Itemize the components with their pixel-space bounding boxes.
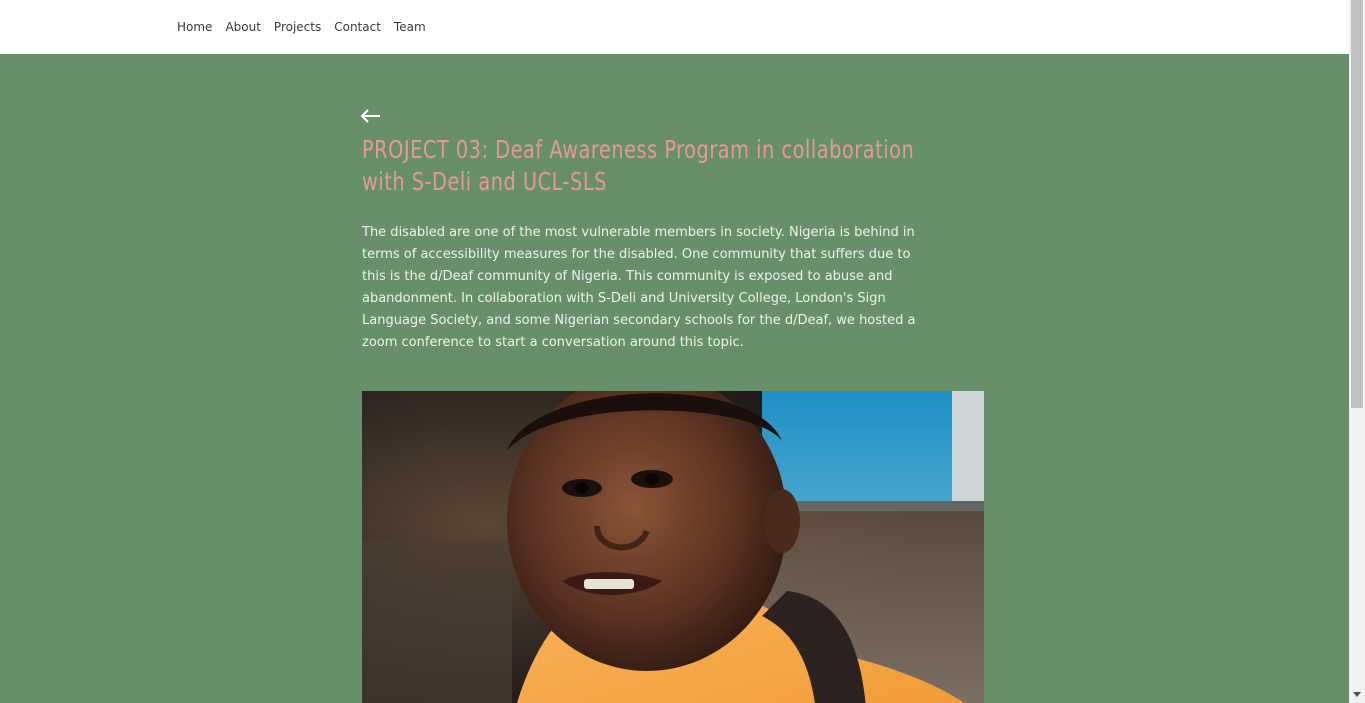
project-title: PROJECT 03: Deaf Awareness Program in co… bbox=[362, 135, 915, 196]
project-photo bbox=[362, 391, 984, 703]
page: Home About Projects Contact Team PROJECT… bbox=[0, 0, 1349, 703]
nav-link-projects[interactable]: Projects bbox=[268, 18, 327, 36]
left-arrow-icon[interactable] bbox=[359, 104, 383, 128]
nav-link-contact[interactable]: Contact bbox=[328, 18, 387, 36]
project-description: The disabled are one of the most vulnera… bbox=[362, 225, 916, 350]
site-header: Home About Projects Contact Team bbox=[0, 0, 1349, 54]
scrollbar-thumb[interactable] bbox=[1351, 0, 1363, 408]
nav-link-about[interactable]: About bbox=[219, 18, 266, 36]
vertical-scrollbar[interactable] bbox=[1349, 0, 1365, 703]
scroll-down-arrow-icon[interactable] bbox=[1349, 687, 1365, 703]
nav-link-home[interactable]: Home bbox=[171, 18, 218, 36]
main-nav: Home About Projects Contact Team bbox=[171, 18, 433, 36]
nav-link-team[interactable]: Team bbox=[388, 18, 432, 36]
project-section: PROJECT 03: Deaf Awareness Program in co… bbox=[0, 54, 1349, 703]
